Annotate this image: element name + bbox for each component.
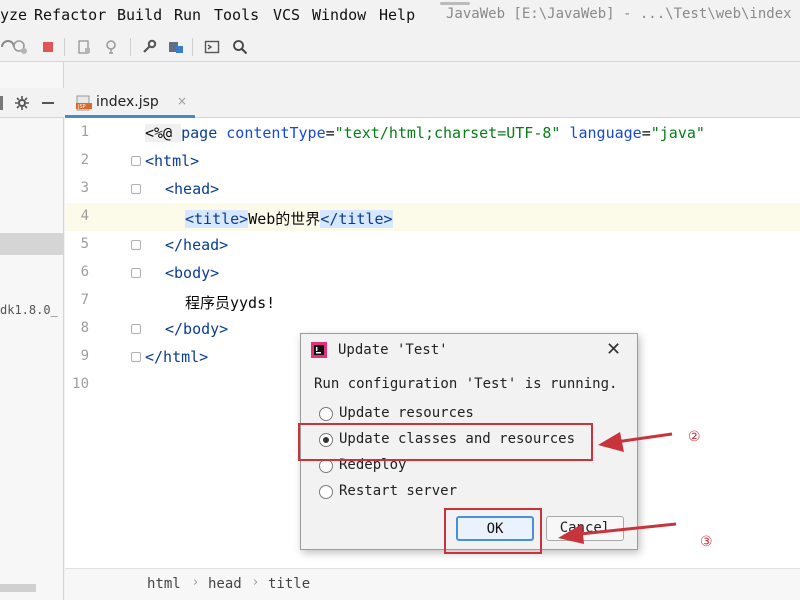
radio-button[interactable] xyxy=(319,485,333,499)
code-line: 5 </head> xyxy=(65,231,800,259)
intellij-logo-icon xyxy=(311,342,327,358)
jdk-label[interactable]: dk1.8.0_ xyxy=(0,303,58,317)
menu-run[interactable]: Run xyxy=(174,6,201,24)
line-number: 7 xyxy=(80,292,89,308)
search-icon[interactable] xyxy=(232,39,248,55)
line-number: 6 xyxy=(80,264,89,280)
code-text: <html> xyxy=(145,152,200,170)
menu-analyze[interactable]: yze xyxy=(0,6,27,24)
code-text: </head> xyxy=(165,236,229,254)
chevron-right-icon: › xyxy=(253,575,259,590)
radio-button[interactable] xyxy=(319,407,333,421)
jsp-file-icon: JSP xyxy=(76,95,92,111)
run-window-icon[interactable] xyxy=(204,39,220,55)
code-text: </body> xyxy=(165,320,229,338)
build-artifact-icon[interactable] xyxy=(76,39,92,55)
toolbar xyxy=(0,32,800,62)
project-selected-row[interactable] xyxy=(0,233,64,255)
radio-label: Restart server xyxy=(339,483,458,499)
toolbar-separator xyxy=(64,38,65,56)
code-text: <head> xyxy=(165,180,220,198)
svg-text:JSP: JSP xyxy=(77,104,86,110)
annotation-step-2: ② xyxy=(688,429,701,445)
line-number: 9 xyxy=(80,348,89,364)
window-title: JavaWeb [E:\JavaWeb] - ...\Test\web\inde… xyxy=(440,2,792,22)
annotation-box-option xyxy=(298,423,593,461)
line-number: 3 xyxy=(80,180,89,196)
toolbar-separator xyxy=(192,38,193,56)
code-line: 7 程序员yyds! xyxy=(65,287,800,315)
settings-icon[interactable] xyxy=(141,39,157,55)
code-line-current: 4 <title>Web的世界</title> xyxy=(65,203,800,231)
annotation-box-ok xyxy=(444,508,542,554)
menu-vcs[interactable]: VCS xyxy=(273,6,300,24)
stop-icon[interactable] xyxy=(40,39,56,55)
tab-index-jsp[interactable]: JSP index.jsp × xyxy=(65,88,195,118)
code-line: 6 <body> xyxy=(65,259,800,287)
fold-marker-icon[interactable] xyxy=(131,352,141,362)
fold-marker-icon[interactable] xyxy=(131,240,141,250)
menu-help[interactable]: Help xyxy=(379,6,415,24)
code-text: </html> xyxy=(145,348,209,366)
code-line: 3 <head> xyxy=(65,175,800,203)
fold-marker-icon[interactable] xyxy=(131,268,141,278)
tab-label: index.jsp xyxy=(96,94,159,110)
radio-button[interactable] xyxy=(319,459,333,473)
menu-bar: yze Refactor Build Run Tools VCS Window … xyxy=(0,0,800,32)
dialog-message: Run configuration 'Test' is running. xyxy=(314,376,618,392)
fold-marker-icon[interactable] xyxy=(131,156,141,166)
cancel-button[interactable]: Cancel xyxy=(546,516,624,541)
toolbar-separator xyxy=(130,38,131,56)
editor-tabbar: JSP index.jsp × xyxy=(65,88,800,118)
close-icon[interactable]: ✕ xyxy=(606,339,621,360)
line-number: 10 xyxy=(72,376,89,392)
radio-label: Update resources xyxy=(339,405,474,421)
project-panel xyxy=(0,62,64,600)
menu-build[interactable]: Build xyxy=(117,6,162,24)
annotation-step-3: ③ xyxy=(700,534,713,550)
tab-close-icon[interactable]: × xyxy=(177,94,187,108)
breadcrumb-head[interactable]: head xyxy=(208,576,242,592)
menu-refactor[interactable]: Refactor xyxy=(34,6,106,24)
panel-handle-icon xyxy=(0,96,3,110)
fold-marker-icon[interactable] xyxy=(131,324,141,334)
project-scrollbar[interactable] xyxy=(0,584,36,592)
code-text: <title>Web的世界</title> xyxy=(185,210,393,228)
line-number: 8 xyxy=(80,320,89,336)
code-text: <%@ page contentType="text/html;charset=… xyxy=(145,124,705,142)
menu-window[interactable]: Window xyxy=(312,6,366,24)
chevron-right-icon: › xyxy=(193,575,199,590)
code-line: 2 <html> xyxy=(65,147,800,175)
breadcrumb: html › head › title xyxy=(65,568,800,600)
attach-icon[interactable] xyxy=(104,39,120,55)
dialog-title: Update 'Test' xyxy=(338,342,448,358)
code-text: <body> xyxy=(165,264,220,282)
line-number: 2 xyxy=(80,152,89,168)
breadcrumb-title[interactable]: title xyxy=(268,576,310,592)
gear-icon[interactable] xyxy=(14,95,30,111)
code-line: 1 <%@ page contentType="text/html;charse… xyxy=(65,119,800,147)
line-number: 1 xyxy=(80,124,89,140)
line-number: 4 xyxy=(80,208,89,224)
project-panel-header xyxy=(0,88,64,118)
line-number: 5 xyxy=(80,236,89,252)
project-structure-icon[interactable] xyxy=(168,39,184,55)
fold-marker-icon[interactable] xyxy=(131,184,141,194)
menu-tools[interactable]: Tools xyxy=(214,6,259,24)
profile-icon[interactable] xyxy=(12,39,28,55)
minimize-icon[interactable] xyxy=(40,95,56,111)
code-text: 程序员yyds! xyxy=(185,294,276,312)
breadcrumb-html[interactable]: html xyxy=(147,576,181,592)
